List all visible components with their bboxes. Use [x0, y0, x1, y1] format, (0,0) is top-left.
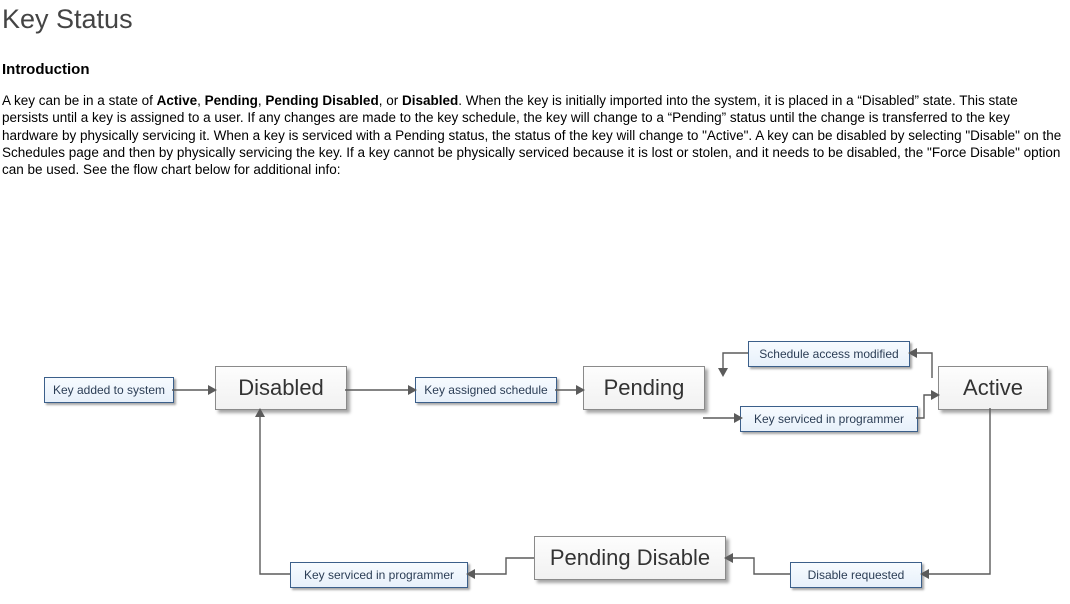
arrow-active-to-schedule-label [908, 347, 940, 379]
arrow-disable-requested-to-pending-disable [724, 554, 792, 584]
state-active-word: Active [157, 93, 198, 108]
intro-sep: , or [379, 93, 402, 108]
arrow-pending-disable-to-serviced-label [466, 554, 536, 584]
label-key-added: Key added to system [44, 377, 174, 403]
arrow-keyadded-to-disabled [172, 384, 217, 396]
label-schedule-modified: Schedule access modified [748, 341, 910, 367]
state-pending-disable-box: Pending Disable [534, 536, 726, 580]
state-active-box: Active [938, 366, 1048, 410]
state-pending-word: Pending [205, 93, 258, 108]
state-disabled-box: Disabled [215, 366, 347, 410]
arrow-schedule-label-to-pending [703, 347, 750, 379]
introduction-paragraph: A key can be in a state of Active, Pendi… [2, 92, 1064, 178]
arrow-active-to-disable-requested [920, 408, 1000, 580]
introduction-heading: Introduction [2, 61, 1070, 78]
state-pending-disabled-word: Pending Disabled [265, 93, 378, 108]
label-key-serviced-bottom: Key serviced in programmer [290, 562, 468, 588]
page-title: Key Status [2, 4, 1070, 35]
label-key-serviced-top: Key serviced in programmer [740, 406, 918, 432]
intro-sep: , [197, 93, 205, 108]
state-pending-box: Pending [583, 366, 705, 410]
arrow-pending-to-active [703, 412, 743, 424]
state-flow-diagram: Disabled Pending Active Pending Disable … [0, 284, 1070, 604]
intro-text: A key can be in a state of [2, 93, 157, 108]
label-disable-requested: Disable requested [790, 562, 922, 588]
label-key-assigned: Key assigned schedule [415, 377, 557, 403]
arrow-serviced-bottom-to-disabled [256, 408, 292, 580]
arrow-disabled-to-assigned-label [345, 384, 417, 396]
state-disabled-word: Disabled [402, 93, 458, 108]
arrow-assigned-label-to-pending [555, 384, 585, 396]
